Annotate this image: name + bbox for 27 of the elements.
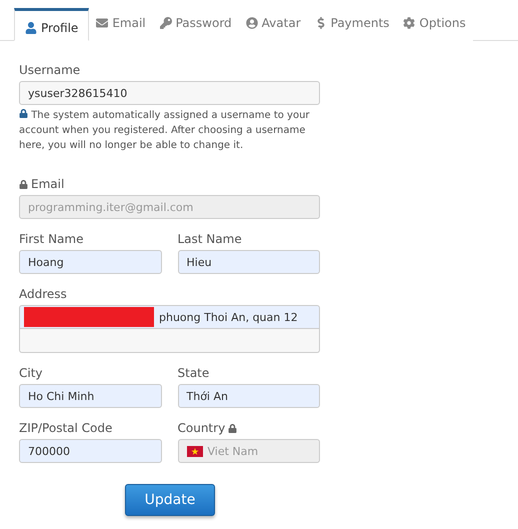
envelope-icon [96, 17, 108, 29]
address-line-field[interactable] [19, 329, 320, 353]
user-icon [25, 22, 37, 34]
field-label: ZIP/Postal Code [19, 421, 112, 435]
input-field[interactable]: Ho Chi Minh [19, 384, 162, 408]
field-label: Username [19, 63, 80, 77]
tab[interactable]: Profile [14, 8, 90, 41]
field-label: City [19, 366, 43, 380]
help-text: The system automatically assigned a username to your account when you registered. After choosing a username here, you will no longer be able to change it. [19, 108, 311, 153]
input-field[interactable]: 700000 [19, 439, 162, 463]
field-label: Email [31, 177, 64, 191]
field-label: Address [19, 287, 67, 301]
input-field[interactable]: Thới An [178, 384, 320, 408]
key-icon [160, 17, 172, 29]
field-label: First Name [19, 232, 84, 246]
field-label: Last Name [178, 232, 242, 246]
update-button[interactable]: Update [125, 484, 215, 516]
address-field[interactable]: phuong Thoi An, quan 12 [19, 305, 320, 329]
input-field[interactable]: Hieu [178, 250, 320, 274]
lock-icon [19, 109, 28, 118]
dollar-icon [314, 17, 327, 29]
gear-icon [403, 17, 416, 29]
flag-icon [186, 446, 202, 456]
field-label: Country [178, 421, 226, 435]
field-label: State [178, 366, 210, 380]
input-field[interactable]: Hoang [19, 250, 162, 274]
input-field[interactable]: ysuser328615410 [19, 81, 320, 105]
